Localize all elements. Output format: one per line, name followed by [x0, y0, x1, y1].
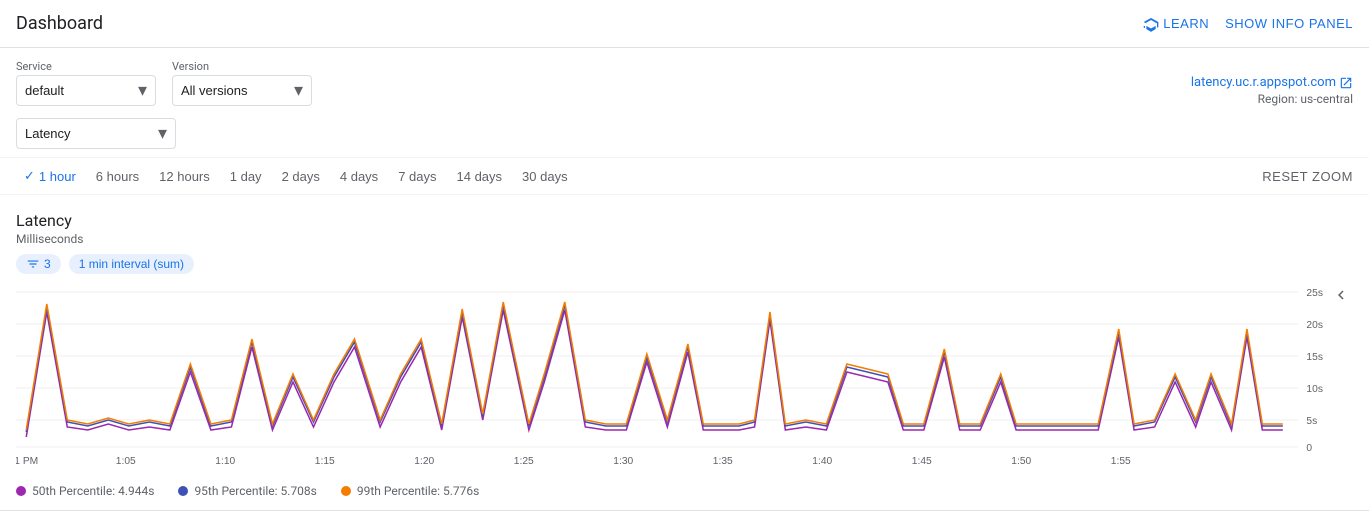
svg-text:15s: 15s [1306, 352, 1323, 363]
chart-title: Latency [16, 211, 1353, 230]
svg-text:1:20: 1:20 [414, 456, 434, 467]
metric-select[interactable]: Latency Traffic Errors [25, 126, 154, 141]
chart-subtitle: Milliseconds [16, 232, 1353, 246]
metric-selector-row: Latency Traffic Errors ▾ [0, 114, 1369, 157]
filter-icon [26, 257, 40, 271]
version-chevron-icon: ▾ [294, 80, 303, 101]
service-group: Service default worker api ▾ [16, 60, 156, 106]
service-label: Service [16, 60, 156, 73]
legend-item-p50: 50th Percentile: 4.944s [16, 484, 154, 498]
svg-text:20s: 20s [1306, 320, 1323, 331]
time-option-1day[interactable]: 1 day [222, 165, 270, 188]
svg-text:1:15: 1:15 [315, 456, 335, 467]
svg-text:1:55: 1:55 [1111, 456, 1131, 467]
svg-text:5s: 5s [1306, 416, 1317, 427]
svg-text:1 PM: 1 PM [16, 456, 38, 467]
legend-item-p99: 99th Percentile: 5.776s [341, 484, 479, 498]
controls-right: latency.uc.r.appspot.com Region: us-cent… [1191, 75, 1353, 106]
learn-icon [1143, 16, 1159, 32]
legend-dot-p99 [341, 486, 351, 496]
chevron-left-icon [1332, 286, 1350, 304]
external-link[interactable]: latency.uc.r.appspot.com [1191, 75, 1353, 90]
show-info-panel-button[interactable]: SHOW INFO PANEL [1225, 16, 1353, 31]
time-range-bar: ✓ 1 hour 6 hours 12 hours 1 day 2 days 4… [0, 157, 1369, 195]
time-options: ✓ 1 hour 6 hours 12 hours 1 day 2 days 4… [16, 164, 576, 188]
service-chevron-icon: ▾ [138, 80, 147, 101]
time-option-1hour[interactable]: ✓ 1 hour [16, 164, 84, 188]
metric-chevron-icon: ▾ [158, 123, 167, 144]
legend-item-p95: 95th Percentile: 5.708s [178, 484, 316, 498]
filter-chip[interactable]: 3 [16, 254, 61, 274]
external-link-icon [1339, 76, 1353, 90]
reset-zoom-button[interactable]: RESET ZOOM [1262, 169, 1353, 184]
time-option-2days[interactable]: 2 days [274, 165, 328, 188]
interval-chip[interactable]: 1 min interval (sum) [69, 254, 194, 274]
version-group: Version All versions v1 v2 ▾ [172, 60, 312, 106]
svg-text:0: 0 [1306, 443, 1312, 454]
chart-area-wrapper: 25s 20s 15s 10s 5s 0 1 PM 1:05 1:10 1:15… [16, 282, 1353, 476]
time-option-7days[interactable]: 7 days [390, 165, 444, 188]
svg-text:1:10: 1:10 [215, 456, 235, 467]
svg-text:1:45: 1:45 [912, 456, 932, 467]
time-option-12hours[interactable]: 12 hours [151, 165, 218, 188]
header-actions: LEARN SHOW INFO PANEL [1143, 16, 1353, 32]
svg-text:1:40: 1:40 [812, 456, 832, 467]
header: Dashboard LEARN SHOW INFO PANEL [0, 0, 1369, 48]
version-label: Version [172, 60, 312, 73]
time-option-6hours[interactable]: 6 hours [88, 165, 147, 188]
svg-text:1:50: 1:50 [1011, 456, 1031, 467]
chart-container: Latency Milliseconds 3 1 min interval (s… [0, 195, 1369, 502]
time-option-30days[interactable]: 30 days [514, 165, 576, 188]
svg-text:10s: 10s [1306, 384, 1323, 395]
svg-text:1:35: 1:35 [713, 456, 733, 467]
legend-dot-p95 [178, 486, 188, 496]
svg-text:1:25: 1:25 [514, 456, 534, 467]
svg-text:1:05: 1:05 [116, 456, 136, 467]
controls-left: Service default worker api ▾ Version All… [16, 60, 312, 106]
legend-label-p99: 99th Percentile: 5.776s [357, 484, 479, 498]
chart-collapse-button[interactable] [1329, 286, 1353, 304]
time-option-14days[interactable]: 14 days [449, 165, 511, 188]
metric-selector[interactable]: Latency Traffic Errors ▾ [16, 118, 176, 149]
chart-svg: 25s 20s 15s 10s 5s 0 1 PM 1:05 1:10 1:15… [16, 282, 1329, 472]
learn-button[interactable]: LEARN [1143, 16, 1209, 32]
service-select[interactable]: default worker api [25, 83, 134, 98]
version-select[interactable]: All versions v1 v2 [181, 83, 290, 98]
version-selector[interactable]: All versions v1 v2 ▾ [172, 75, 312, 106]
legend: 50th Percentile: 4.944s 95th Percentile:… [16, 476, 1353, 502]
svg-text:25s: 25s [1306, 288, 1323, 299]
chart-svg-container: 25s 20s 15s 10s 5s 0 1 PM 1:05 1:10 1:15… [16, 282, 1329, 476]
svg-text:1:30: 1:30 [613, 456, 633, 467]
legend-label-p50: 50th Percentile: 4.944s [32, 484, 154, 498]
controls-bar: Service default worker api ▾ Version All… [0, 48, 1369, 114]
page-title: Dashboard [16, 13, 103, 34]
legend-label-p95: 95th Percentile: 5.708s [194, 484, 316, 498]
check-icon: ✓ [24, 168, 35, 184]
region-text: Region: us-central [1191, 92, 1353, 106]
service-selector[interactable]: default worker api ▾ [16, 75, 156, 106]
time-option-4days[interactable]: 4 days [332, 165, 386, 188]
legend-dot-p50 [16, 486, 26, 496]
chart-controls: 3 1 min interval (sum) [16, 254, 1353, 274]
